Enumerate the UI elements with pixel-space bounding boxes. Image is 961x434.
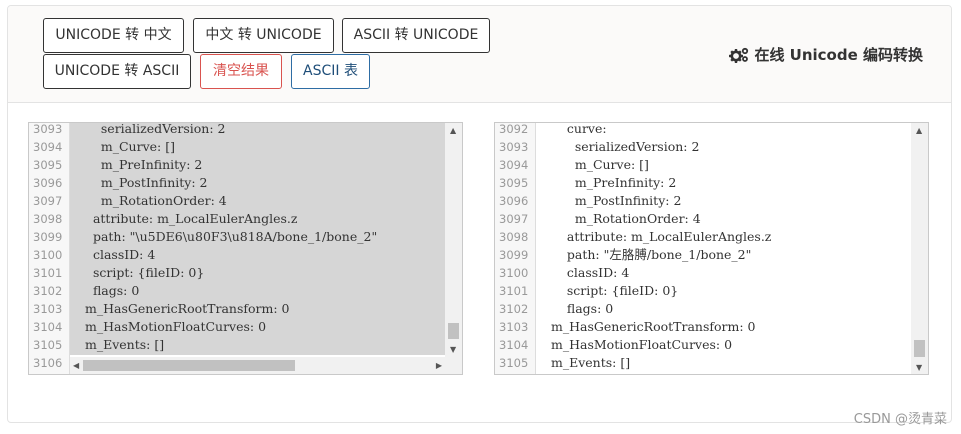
code-line: m_HasMotionFloatCurves: 0 xyxy=(551,337,733,352)
line-number: 3099 xyxy=(33,230,63,244)
line-number: 3104 xyxy=(499,338,529,352)
scrollbar-thumb[interactable] xyxy=(448,323,459,339)
line-number: 3097 xyxy=(499,212,529,226)
vertical-scrollbar[interactable]: ▲ ▼ xyxy=(445,123,462,374)
gears-icon xyxy=(729,47,749,63)
scroll-down-icon[interactable]: ▼ xyxy=(916,363,922,372)
code-line: m_PostInfinity: 2 xyxy=(551,193,682,208)
line-number: 3094 xyxy=(499,158,529,172)
line-number: 3095 xyxy=(33,158,63,172)
line-number: 3105 xyxy=(33,338,63,352)
code-line: attribute: m_LocalEulerAngles.z xyxy=(551,229,772,244)
code-line: m_Curve: [] xyxy=(551,157,649,172)
converter-panel: UNICODE 转 中文 中文 转 UNICODE ASCII 转 UNICOD… xyxy=(7,5,952,423)
line-number: 3096 xyxy=(33,176,63,190)
code-line: m_Curve: [] xyxy=(85,139,175,154)
code-line: classID: 4 xyxy=(85,247,156,262)
code-line: m_Events: [] xyxy=(551,355,631,370)
line-number: 3095 xyxy=(499,176,529,190)
line-number: 3105 xyxy=(499,356,529,370)
code-line: serializedVersion: 2 xyxy=(85,122,226,136)
line-number: 3093 xyxy=(499,140,529,154)
code-line: m_PostInfinity: 2 xyxy=(85,175,208,190)
code-line: m_PreInfinity: 2 xyxy=(85,157,203,172)
code-line: m_Events: [] xyxy=(85,337,165,352)
watermark: CSDN @烫青菜 xyxy=(853,412,947,427)
app-title-text: 在线 Unicode 编码转换 xyxy=(754,46,923,64)
scroll-left-icon[interactable]: ◀ xyxy=(73,361,79,370)
line-number: 3094 xyxy=(33,140,63,154)
vertical-scrollbar[interactable]: ▲ ▼ xyxy=(911,123,928,374)
code-line: script: {fileID: 0} xyxy=(551,283,679,298)
code-line: path: "\u5DE6\u80F3\u818A/bone_1/bone_2" xyxy=(85,229,378,244)
line-number: 3092 xyxy=(499,122,529,136)
scroll-up-icon[interactable]: ▲ xyxy=(450,126,456,135)
line-number: 3102 xyxy=(33,284,63,298)
code-line: flags: 0 xyxy=(85,283,140,298)
code-line: script: {fileID: 0} xyxy=(85,265,205,280)
code-line: m_PreInfinity: 2 xyxy=(551,175,677,190)
line-number: 3097 xyxy=(33,194,63,208)
code-line: serializedVersion: 2 xyxy=(551,139,700,154)
chinese-to-unicode-button[interactable]: 中文 转 UNICODE xyxy=(193,18,334,53)
line-number: 3098 xyxy=(33,212,63,226)
line-number: 3093 xyxy=(33,122,63,136)
line-number: 3100 xyxy=(499,266,529,280)
line-number: 3100 xyxy=(33,248,63,262)
code-line: m_HasGenericRootTransform: 0 xyxy=(551,319,756,334)
ascii-table-button[interactable]: ASCII 表 xyxy=(291,54,370,89)
line-number: 3099 xyxy=(499,248,529,262)
scroll-down-icon[interactable]: ▼ xyxy=(450,345,456,354)
unicode-to-chinese-button[interactable]: UNICODE 转 中文 xyxy=(43,18,184,53)
code-line: classID: 4 xyxy=(551,265,630,280)
line-number: 3104 xyxy=(33,320,63,334)
code-line: m_RotationOrder: 4 xyxy=(85,193,227,208)
code-line: attribute: m_LocalEulerAngles.z xyxy=(85,211,298,226)
line-number: 3101 xyxy=(33,266,63,280)
code-line: m_RotationOrder: 4 xyxy=(551,211,701,226)
unicode-to-ascii-button[interactable]: UNICODE 转 ASCII xyxy=(43,54,191,89)
toolbar-area: UNICODE 转 中文 中文 转 UNICODE ASCII 转 UNICOD… xyxy=(8,6,951,103)
ascii-to-unicode-button[interactable]: ASCII 转 UNICODE xyxy=(342,18,490,53)
line-number: 3096 xyxy=(499,194,529,208)
code-line: curve: xyxy=(551,122,607,136)
code-line: path: "左胳膊/bone_1/bone_2" xyxy=(551,247,752,262)
input-editor[interactable]: ▲ ▼ ◀ ▶ 3093 3094 3095 3096 3097 3098 3099 3100… xyxy=(28,122,463,375)
scrollbar-thumb[interactable] xyxy=(914,340,925,357)
output-editor[interactable]: ▲ ▼ 3092 3093 3094 3095 3096 3097 3098 3099 3100… xyxy=(494,122,929,375)
line-number: 3103 xyxy=(33,302,63,316)
horizontal-scrollbar[interactable]: ◀ ▶ xyxy=(70,357,445,374)
code-line: m_HasGenericRootTransform: 0 xyxy=(85,301,290,316)
code-line: flags: 0 xyxy=(551,301,614,316)
line-number: 3103 xyxy=(499,320,529,334)
app-title: 在线 Unicode 编码转换 xyxy=(729,44,923,65)
scroll-right-icon[interactable]: ▶ xyxy=(436,361,442,370)
code-line: m_HasMotionFloatCurves: 0 xyxy=(85,319,267,334)
clear-result-button[interactable]: 清空结果 xyxy=(200,54,282,89)
line-number: 3102 xyxy=(499,302,529,316)
scroll-up-icon[interactable]: ▲ xyxy=(916,126,922,135)
scrollbar-thumb-h[interactable] xyxy=(83,360,295,371)
line-number: 3098 xyxy=(499,230,529,244)
line-number: 3106 xyxy=(33,356,63,370)
line-number: 3101 xyxy=(499,284,529,298)
